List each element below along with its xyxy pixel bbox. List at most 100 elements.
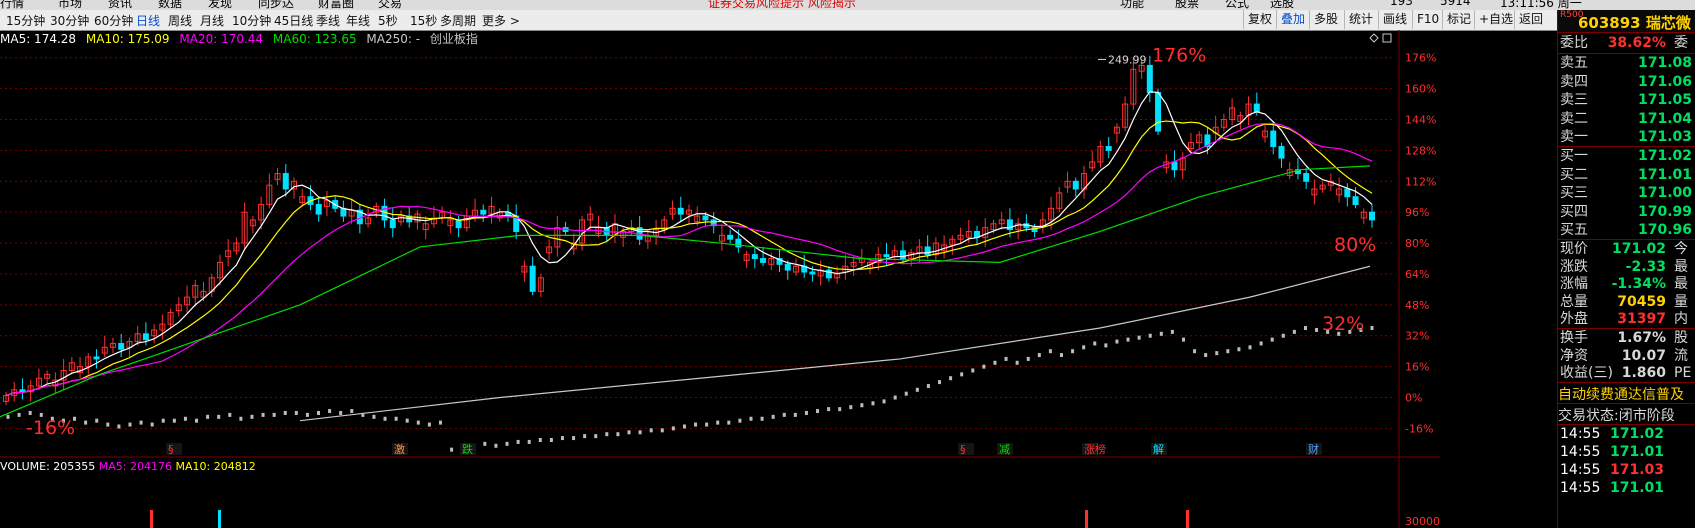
period-tab-11[interactable]: 15秒	[410, 12, 437, 29]
bid-row-1[interactable]: 买二 171.01	[1558, 166, 1695, 185]
period-tab-3[interactable]: 日线	[136, 12, 160, 29]
period-tab-8[interactable]: 季线	[316, 12, 340, 29]
stat-row-0-label: 现价	[1560, 241, 1588, 257]
toolbar-btn-2[interactable]: 多股	[1309, 10, 1342, 29]
stat2-row-2-ext: PE	[1674, 365, 1692, 381]
bid-row-4[interactable]: 买五 170.96	[1558, 221, 1695, 240]
overlay-bar	[505, 441, 509, 446]
candle-body	[1155, 91, 1162, 132]
toolbar-btn-6[interactable]: 标记	[1442, 10, 1475, 29]
toolbar-btn-3[interactable]: 统计	[1344, 10, 1377, 29]
overlay-bar	[1104, 343, 1108, 348]
overlay-bar	[28, 410, 32, 415]
overlay-bar	[117, 424, 121, 429]
stat-row-1[interactable]: 涨跌 -2.33 最	[1558, 258, 1695, 277]
stat-row-3[interactable]: 总量 70459 量	[1558, 293, 1695, 312]
stat-row-0[interactable]: 现价 171.02 今	[1558, 240, 1695, 259]
quote-panel: R500 603893 瑞芯微 委比 38.62% 委卖五 171.08 卖四 171.0…	[1557, 10, 1695, 528]
candle-body	[899, 250, 906, 260]
stat2-row-1[interactable]: 净资 10.07 流	[1558, 347, 1695, 366]
y-tick-label: 16%	[1405, 361, 1429, 374]
overlay-bar	[1082, 345, 1086, 350]
stat-row-0-ext: 今	[1674, 241, 1688, 257]
ask-row-1[interactable]: 卖四 171.06	[1558, 73, 1695, 92]
bid-row-2-value: 171.00	[1637, 185, 1692, 201]
period-tab-9[interactable]: 年线	[346, 12, 370, 29]
stat-row-1-label: 涨跌	[1560, 258, 1588, 275]
overlay-bar	[106, 422, 110, 427]
overlay-bar	[128, 422, 132, 427]
bid-row-2[interactable]: 买三 171.00	[1558, 184, 1695, 203]
ask-row-0[interactable]: 卖五 171.08	[1558, 54, 1695, 73]
period-tab-0[interactable]: 15分钟	[6, 12, 45, 29]
candle-body	[1352, 196, 1359, 205]
overlay-bar	[727, 420, 731, 425]
period-tab-4[interactable]: 周线	[168, 12, 192, 29]
overlay-bar	[616, 432, 620, 437]
volume-bar	[1085, 510, 1088, 528]
candle-body	[1072, 180, 1079, 190]
overlay-bar	[993, 360, 997, 365]
overlay-bar	[161, 418, 165, 423]
candle-body	[702, 215, 709, 221]
overlay-bar	[516, 439, 520, 444]
period-tab-12[interactable]: 多周期	[440, 12, 476, 29]
bid-row-3-value: 170.99	[1637, 203, 1692, 220]
overlay-bar	[915, 387, 919, 392]
menu-status-1: 5914	[1440, 0, 1471, 8]
period-tab-6[interactable]: 10分钟	[232, 12, 271, 29]
toolbar-btn-4[interactable]: 画线	[1378, 10, 1411, 29]
overlay-bar	[716, 420, 720, 425]
overlay-bar	[1237, 347, 1241, 352]
period-tab-10[interactable]: 5秒	[378, 12, 398, 29]
overlay-bar	[6, 414, 10, 419]
overlay-bar	[305, 412, 309, 417]
event-marker: 跌	[462, 442, 473, 456]
overlay-bar	[1015, 360, 1019, 365]
bid-row-3[interactable]: 买四 170.99	[1558, 203, 1695, 222]
event-marker: 减	[999, 443, 1010, 456]
stat-row-2[interactable]: 涨幅 -1.34% 最	[1558, 275, 1695, 294]
toolbar-btn-0[interactable]: 复权	[1243, 10, 1276, 29]
toolbar-btn-7[interactable]: +自选	[1474, 10, 1517, 29]
toolbar-btn-1[interactable]: 叠加	[1276, 10, 1309, 29]
candle-body	[455, 219, 462, 229]
stat-row-4[interactable]: 外盘 31397 内	[1558, 310, 1695, 329]
ask-row-4[interactable]: 卖一 171.03	[1558, 128, 1695, 147]
bid-row-0[interactable]: 买一 171.02	[1558, 147, 1695, 166]
overlay-bar	[838, 407, 842, 412]
kline-chart[interactable]: 176% 160% 144% 128% 112% 96% 80% 64% 48% 32% 16% 0%…	[0, 30, 1557, 528]
stat-row-0-value: 171.02	[1611, 241, 1666, 257]
period-tab-2[interactable]: 60分钟	[94, 12, 133, 29]
bid-row-1-value: 171.01	[1637, 166, 1692, 183]
period-tab-5[interactable]: 月线	[200, 12, 224, 29]
toolbar-btn-8[interactable]: 返回	[1514, 10, 1547, 29]
overlay-bar	[84, 420, 88, 425]
candle-body	[1303, 173, 1310, 182]
overlay-bar	[1059, 353, 1063, 358]
weibi-row[interactable]: 委比 38.62% 委	[1558, 34, 1695, 53]
stat2-row-2[interactable]: 收益(三) 1.860 PE	[1558, 364, 1695, 383]
bid-row-4-value: 170.96	[1637, 222, 1692, 238]
ask-row-3[interactable]: 卖二 171.04	[1558, 110, 1695, 129]
candle-body	[809, 271, 816, 275]
stock-code-name[interactable]: 603893 瑞芯微	[1578, 12, 1691, 33]
period-tab-1[interactable]: 30分钟	[50, 12, 89, 29]
candle-body	[924, 246, 931, 256]
overlay-bar	[538, 438, 542, 442]
stat2-row-0[interactable]: 换手 1.67% 股	[1558, 329, 1695, 348]
overlay-bar	[649, 428, 653, 433]
overlay-bar	[1215, 351, 1219, 356]
stat2-row-1-value: 10.07	[1621, 347, 1666, 364]
ask-row-2[interactable]: 卖三 171.05	[1558, 91, 1695, 110]
overlay-bar	[882, 399, 886, 404]
period-tab-7[interactable]: 45日线	[274, 12, 313, 29]
overlay-bar	[1126, 337, 1130, 342]
overlay-bar	[250, 414, 254, 419]
concept-tags[interactable]: 自动续费通达信普及	[1558, 384, 1695, 404]
tick-row-2: 14:55 171.03	[1558, 461, 1695, 480]
annotation-pct: 176%	[1152, 45, 1206, 67]
overlay-bar	[1370, 326, 1374, 331]
toolbar-btn-5[interactable]: F10	[1412, 10, 1443, 29]
period-tab-13[interactable]: 更多 >	[482, 12, 520, 29]
